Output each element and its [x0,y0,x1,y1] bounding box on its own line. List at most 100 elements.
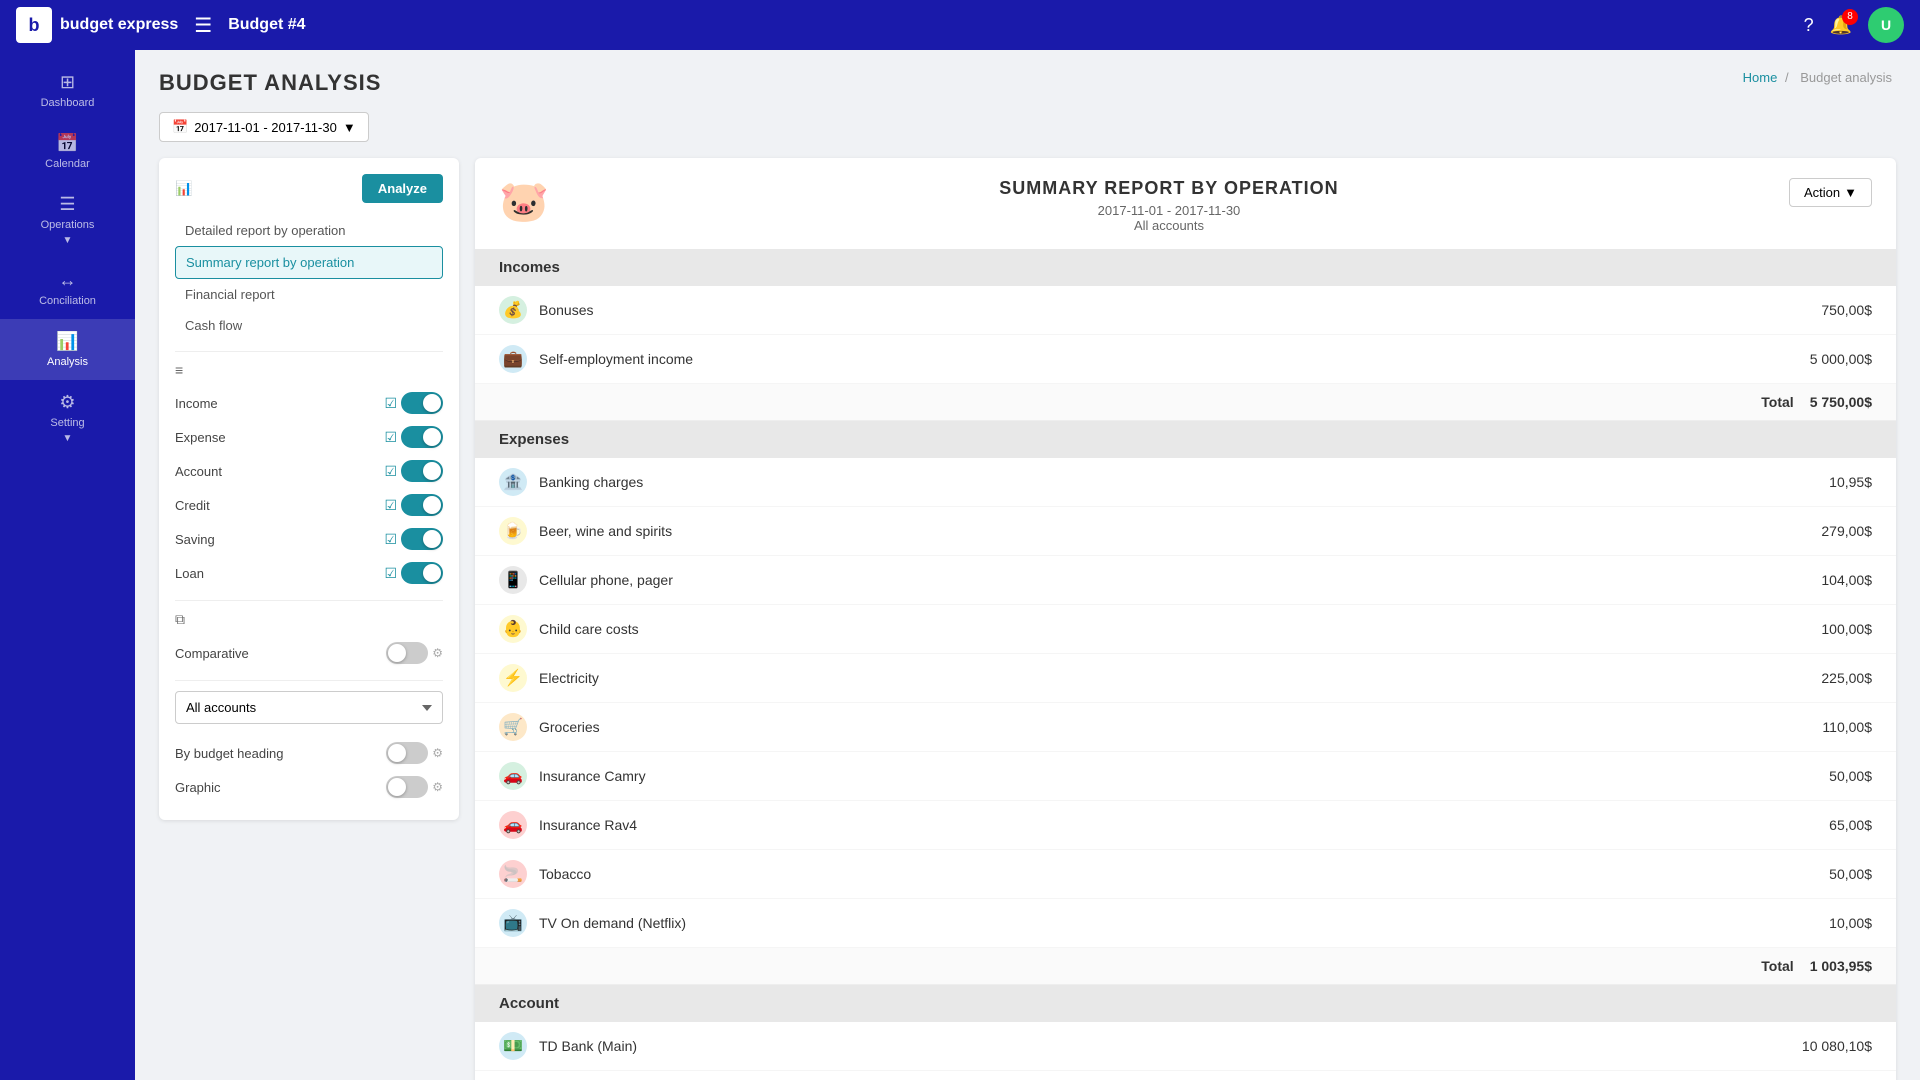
toggle-budget-heading-track[interactable] [386,742,428,764]
row-left: ⚡ Electricity [499,664,599,692]
hamburger-icon[interactable]: ☰ [194,13,212,38]
toggle-graphic-label: Graphic [175,780,221,795]
logo: b [16,7,52,43]
setting-icon: ⚙ [59,392,75,413]
table-row[interactable]: 💼 Self-employment income 5 000,00$ [475,335,1896,384]
toggle-row-budget-heading: By budget heading ⚙ [175,736,443,770]
table-row[interactable]: 📺 TV On demand (Netflix) 10,00$ [475,899,1896,948]
action-button[interactable]: Action ▼ [1789,178,1872,207]
sidebar-item-dashboard[interactable]: ⊞ Dashboard [0,60,135,121]
report-option-summary[interactable]: Summary report by operation [175,246,443,279]
toggle-loan-track[interactable] [401,562,443,584]
bell-icon[interactable]: 🔔 8 [1830,15,1852,36]
row-label: Insurance Rav4 [539,817,637,833]
row-label: Self-employment income [539,351,693,367]
action-btn-wrapper: Action ▼ [1789,178,1872,207]
row-icon: 👶 [499,615,527,643]
toggle-expense-switch[interactable]: ☑ [384,426,443,448]
section-header-incomes: Incomes [475,249,1896,286]
sidebar-item-label: Analysis [47,356,88,368]
toggle-on-icon: ☑ [384,565,397,582]
incomes-total-row: Total 5 750,00$ [475,384,1896,421]
row-left: 🛒 Groceries [499,713,600,741]
divider-3 [175,680,443,681]
toggle-graphic-switch[interactable]: ⚙ [386,776,443,798]
toggle-on-icon: ☑ [384,395,397,412]
toggle-comparative-switch[interactable]: ⚙ [386,642,443,664]
toggle-credit-track[interactable] [401,494,443,516]
toggle-expense-track[interactable] [401,426,443,448]
date-picker-button[interactable]: 📅 2017-11-01 - 2017-11-30 ▼ [159,112,369,142]
toggle-on-icon: ☑ [384,531,397,548]
report-option-cashflow[interactable]: Cash flow [175,310,443,341]
dashboard-icon: ⊞ [60,72,75,93]
table-row[interactable]: 🏦 Banking charges 10,95$ [475,458,1896,507]
toggle-thumb [388,778,406,796]
toggle-row-income: Income ☑ [175,386,443,420]
row-icon: 🚗 [499,762,527,790]
toggle-saving-track[interactable] [401,528,443,550]
row-left: 💰 Bonuses [499,296,593,324]
toggle-graphic-track[interactable] [386,776,428,798]
sidebar-item-label: Conciliation [39,295,96,307]
sidebar-item-analysis[interactable]: 📊 Analysis [0,319,135,380]
toggle-row-saving: Saving ☑ [175,522,443,556]
sidebar-item-conciliation[interactable]: ↔ Conciliation [0,258,135,319]
expenses-total-row: Total 1 003,95$ [475,948,1896,985]
avatar[interactable]: U [1868,7,1904,43]
page-title: BUDGET ANALYSIS [159,70,381,96]
report-title: SUMMARY REPORT BY OPERATION [549,178,1789,199]
table-row[interactable]: ⚡ Electricity 225,00$ [475,654,1896,703]
table-row[interactable]: 🚗 Insurance Camry 50,00$ [475,752,1896,801]
piggy-icon: 🐷 [499,178,549,225]
accounts-select[interactable]: All accounts [175,691,443,724]
toggle-credit-switch[interactable]: ☑ [384,494,443,516]
table-row[interactable]: 🚬 Tobacco 50,00$ [475,850,1896,899]
toggle-saving-switch[interactable]: ☑ [384,528,443,550]
sidebar: ⊞ Dashboard 📅 Calendar ☰ Operations ▼ ↔ … [0,50,135,1080]
table-row[interactable]: 🏦 Tangerine 854,00$ [475,1071,1896,1080]
settings-icon-2: ⚙ [432,780,443,794]
brand: b budget express [16,7,178,43]
analyze-button[interactable]: Analyze [362,174,443,203]
toggle-account-track[interactable] [401,460,443,482]
row-left: 🚬 Tobacco [499,860,591,888]
row-left: 📱 Cellular phone, pager [499,566,673,594]
table-row[interactable]: 🚗 Insurance Rav4 65,00$ [475,801,1896,850]
sidebar-item-calendar[interactable]: 📅 Calendar [0,121,135,182]
table-row[interactable]: 👶 Child care costs 100,00$ [475,605,1896,654]
section-header-expenses: Expenses [475,421,1896,458]
report-accounts: All accounts [549,218,1789,233]
table-row[interactable]: 💵 TD Bank (Main) 10 080,10$ [475,1022,1896,1071]
toggle-comparative-track[interactable] [386,642,428,664]
chart-icon: 📊 [175,180,192,197]
filters-icon: ≡ [175,362,443,378]
row-amount: 225,00$ [1821,670,1872,686]
help-icon[interactable]: ? [1804,15,1814,36]
toggle-income-track[interactable] [401,392,443,414]
table-row[interactable]: 🛒 Groceries 110,00$ [475,703,1896,752]
toggle-account-switch[interactable]: ☑ [384,460,443,482]
row-label: Bonuses [539,302,593,318]
table-row[interactable]: 💰 Bonuses 750,00$ [475,286,1896,335]
breadcrumb-home[interactable]: Home [1743,70,1778,85]
toggle-account-label: Account [175,464,222,479]
row-icon: 🍺 [499,517,527,545]
table-row[interactable]: 📱 Cellular phone, pager 104,00$ [475,556,1896,605]
toggle-income-switch[interactable]: ☑ [384,392,443,414]
toggle-loan-switch[interactable]: ☑ [384,562,443,584]
row-amount: 10,95$ [1829,474,1872,490]
toggle-budget-heading-switch[interactable]: ⚙ [386,742,443,764]
breadcrumb-current: Budget analysis [1800,70,1892,85]
left-panel: 📊 Analyze Detailed report by operation S… [159,158,459,1080]
report-option-detailed[interactable]: Detailed report by operation [175,215,443,246]
row-amount: 50,00$ [1829,866,1872,882]
sidebar-item-setting[interactable]: ⚙ Setting ▼ [0,380,135,456]
table-row[interactable]: 🍺 Beer, wine and spirits 279,00$ [475,507,1896,556]
navbar: b budget express ☰ Budget #4 ? 🔔 8 U [0,0,1920,50]
toggle-list: Income ☑ Expense ☑ [175,386,443,590]
report-option-financial[interactable]: Financial report [175,279,443,310]
toggle-thumb [423,496,441,514]
sidebar-item-operations[interactable]: ☰ Operations ▼ [0,182,135,258]
row-icon: 💰 [499,296,527,324]
